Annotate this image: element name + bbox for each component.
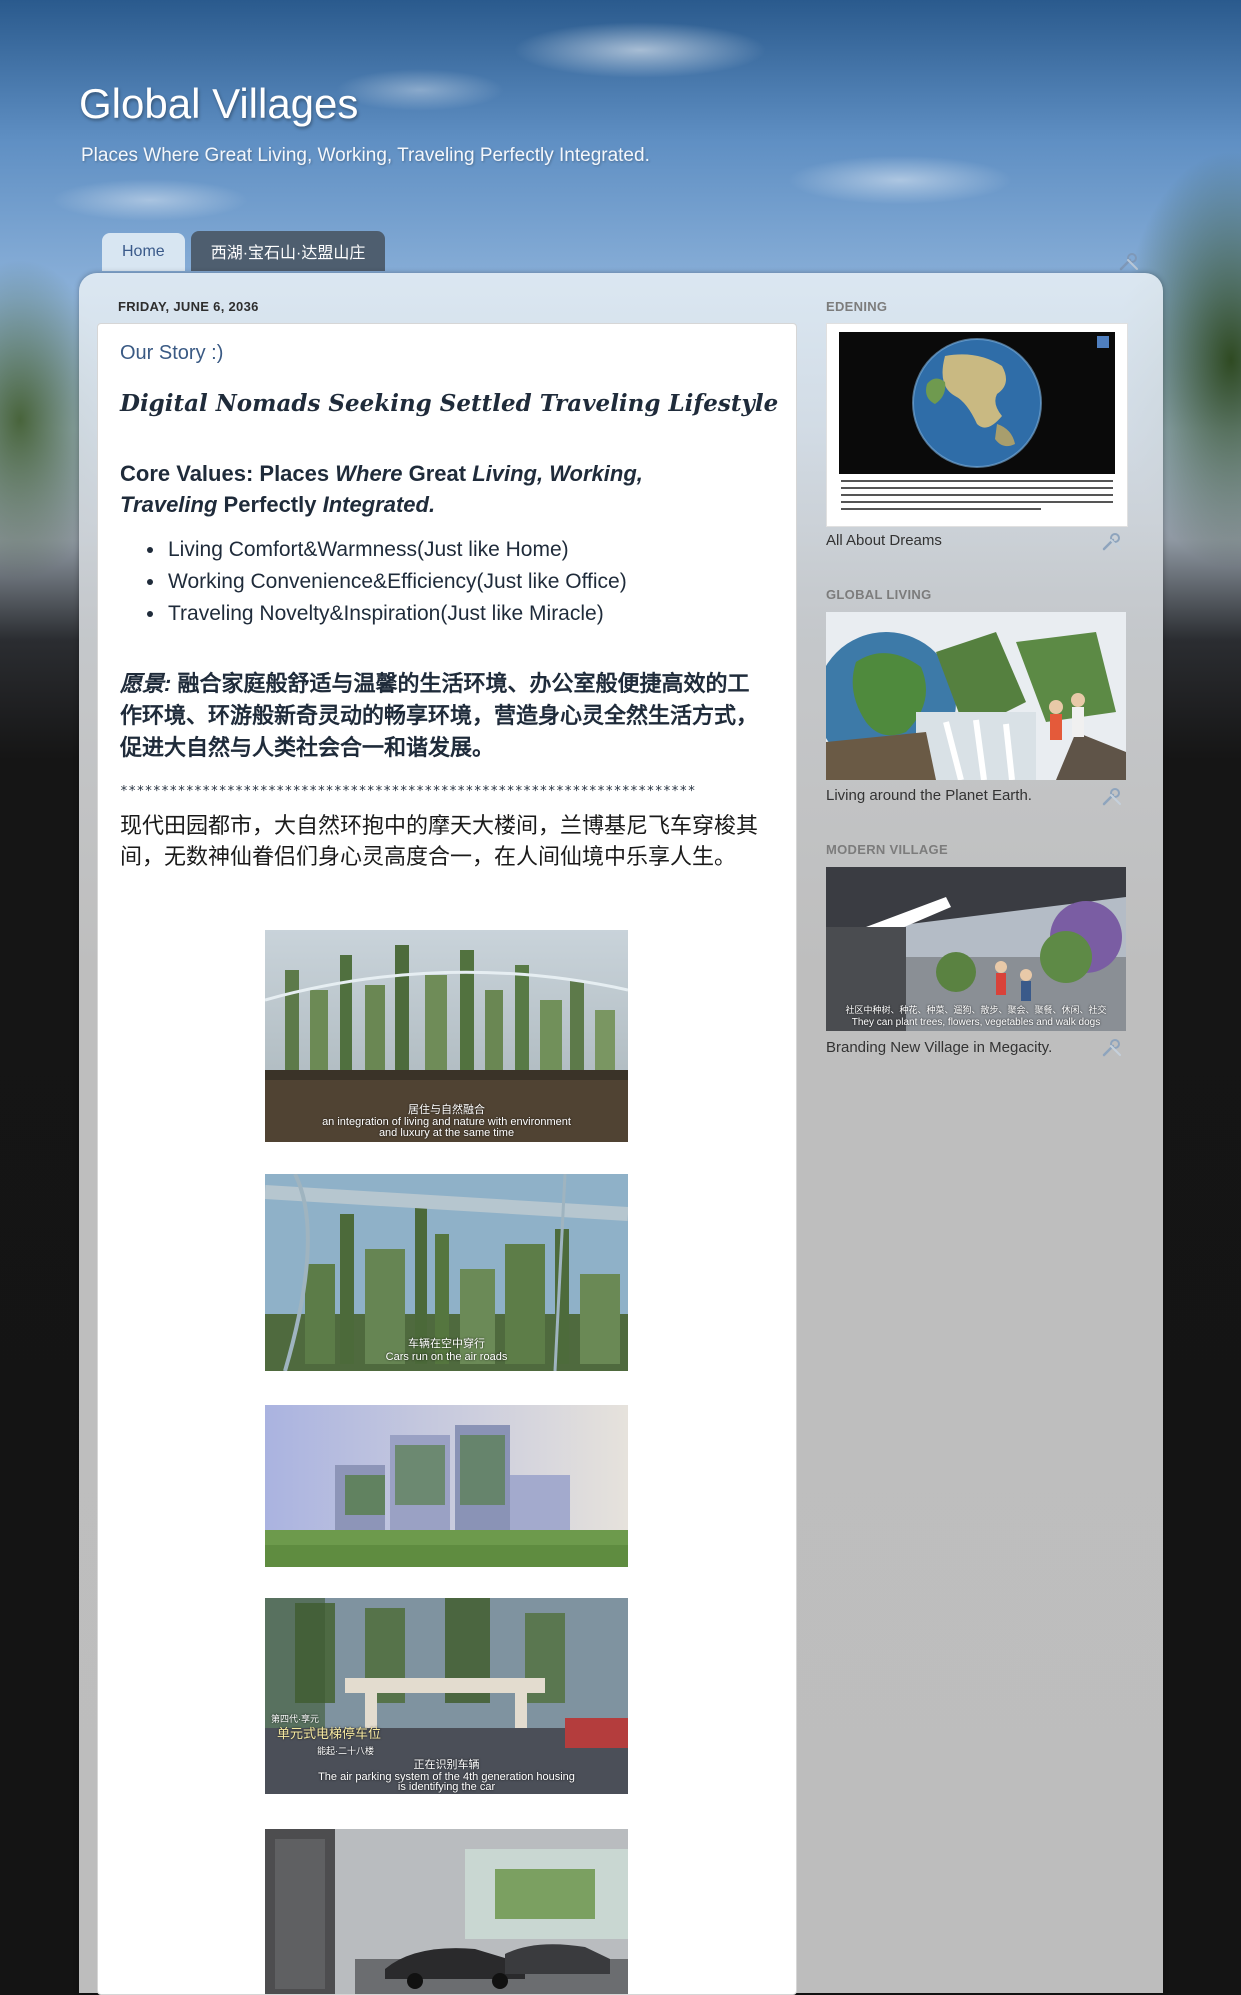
tab-xihu-baoshishan[interactable]: 西湖·宝石山·达盟山庄	[190, 231, 386, 271]
post-image-air-roads[interactable]: 车辆在空中穿行 Cars run on the air roads	[265, 1174, 628, 1371]
post-subtitle: Digital Nomads Seeking Settled Traveling…	[120, 390, 779, 417]
values-list: Living Comfort&Warmness(Just like Home) …	[120, 534, 627, 630]
image-caption-en: is identifying the car	[397, 1781, 496, 1793]
widget-image-global-living[interactable]	[826, 612, 1126, 780]
post-title[interactable]: Our Story :)	[120, 342, 223, 365]
list-item: Living Comfort&Warmness(Just like Home)	[166, 534, 627, 566]
post-image-hillside-villas[interactable]	[265, 1405, 628, 1567]
blog-description: Places Where Great Living, Working, Trav…	[81, 145, 650, 166]
image-overlay-text: They can plant trees, flowers, vegetable…	[851, 1017, 1101, 1028]
core-values-heading: Core Values: Places Where Great Living, …	[120, 458, 740, 520]
wrench-screwdriver-icon[interactable]	[1101, 1036, 1123, 1058]
post-date: FRIDAY, JUNE 6, 2036	[118, 299, 259, 314]
widget-title-modern-village: MODERN VILLAGE	[826, 842, 948, 857]
image-caption-en: and luxury at the same time	[378, 1127, 515, 1139]
widget-image-edening[interactable]	[826, 323, 1128, 527]
core-values-integrated: Integrated.	[322, 492, 436, 517]
image-caption-cn: 居住与自然融合	[408, 1104, 485, 1116]
post-image-air-parking[interactable]: 第四代·享元 单元式电梯停车位 能起·二十八楼 正在识别车辆 The air p…	[265, 1598, 628, 1794]
tab-home[interactable]: Home	[102, 233, 185, 271]
image-overlay-text: 单元式电梯停车位	[277, 1726, 382, 1741]
post-image-garage-cars[interactable]	[265, 1829, 628, 1994]
widget-title-global-living: GLOBAL LIVING	[826, 587, 932, 602]
image-caption-cn: 车辆在空中穿行	[408, 1338, 485, 1350]
vision-label: 愿景:	[120, 671, 172, 696]
wrench-screwdriver-icon[interactable]	[1101, 530, 1123, 552]
blog-post: Our Story :) Digital Nomads Seeking Sett…	[97, 323, 797, 1995]
story-paragraph: 现代田园都市，大自然环抱中的摩天大楼间，兰博基尼飞车穿梭其间，无数神仙眷侣们身心…	[120, 813, 759, 869]
image-overlay-text: 社区中种树、种花、种菜、遛狗、散步、聚会、聚餐、休闲、社交	[845, 1005, 1107, 1015]
list-item: Traveling Novelty&Inspiration(Just like …	[166, 598, 627, 630]
vision-text: 融合家庭般舒适与温馨的生活环境、办公室般便捷高效的工作环境、环游般新奇灵动的畅享…	[120, 671, 759, 760]
star-divider: ****************************************…	[120, 784, 696, 799]
wrench-screwdriver-icon[interactable]	[1118, 250, 1140, 272]
widget-caption-global-living: Living around the Planet Earth.	[826, 787, 1032, 804]
widget-title-edening: EDENING	[826, 299, 888, 314]
core-values-perfectly: Perfectly	[217, 492, 323, 517]
wrench-screwdriver-icon[interactable]	[1101, 785, 1123, 807]
widget-caption-edening: All About Dreams	[826, 532, 942, 549]
page-tabs: Home 西湖·宝石山·达盟山庄	[102, 231, 386, 273]
vision-statement: 愿景: 融合家庭般舒适与温馨的生活环境、办公室般便捷高效的工作环境、环游般新奇灵…	[120, 668, 770, 764]
image-overlay-text: 第四代·享元	[271, 1714, 319, 1724]
widget-caption-modern-village: Branding New Village in Megacity.	[826, 1039, 1053, 1056]
post-image-eco-towers[interactable]: 居住与自然融合 an integration of living and nat…	[265, 930, 628, 1142]
core-values-great: Great	[402, 461, 473, 486]
core-values-where: Where	[335, 461, 403, 486]
core-values-text: Core Values: Places	[120, 461, 336, 486]
list-item: Working Convenience&Efficiency(Just like…	[166, 566, 627, 598]
image-caption-cn: 正在识别车辆	[413, 1759, 480, 1771]
image-overlay-text: 能起·二十八楼	[317, 1746, 374, 1756]
blog-title[interactable]: Global Villages	[79, 80, 358, 128]
widget-image-modern-village[interactable]: 社区中种树、种花、种菜、遛狗、散步、聚会、聚餐、休闲、社交 They can p…	[826, 867, 1126, 1031]
image-caption-en: Cars run on the air roads	[385, 1351, 508, 1363]
